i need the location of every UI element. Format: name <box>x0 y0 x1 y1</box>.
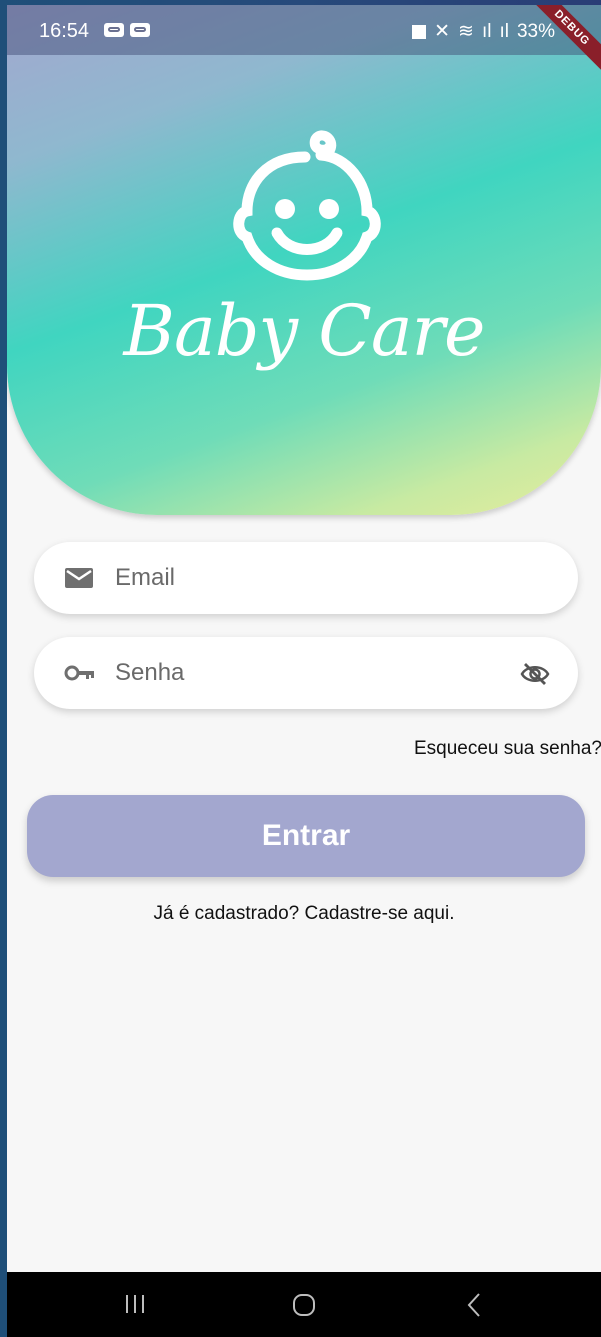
back-icon[interactable] <box>464 1292 484 1318</box>
visibility-off-icon[interactable] <box>520 661 550 687</box>
email-placeholder: Email <box>115 564 176 591</box>
android-nav-bar <box>7 1272 601 1337</box>
header-banner: 16:54 ✕ ≋ ıl ıl 33% DEBUG Baby Care <box>7 5 601 515</box>
voicemail-icon <box>130 23 150 37</box>
status-bar: 16:54 ✕ ≋ ıl ıl 33% DEBUG <box>7 5 601 74</box>
login-button[interactable]: Entrar <box>27 795 585 877</box>
status-time: 16:54 <box>39 20 90 42</box>
password-placeholder: Senha <box>115 659 185 686</box>
brand-logo-text: Baby Care <box>123 290 486 372</box>
signal-icon: ıl <box>499 20 509 42</box>
status-indicators: ✕ ≋ ıl ıl 33% <box>412 20 555 43</box>
signup-link[interactable]: Já é cadastrado? Cadastre-se aqui. <box>7 903 601 925</box>
baby-face-icon <box>233 130 381 281</box>
home-icon[interactable] <box>291 1292 317 1318</box>
voicemail-icon <box>104 23 124 37</box>
battery-percent: 33% <box>516 20 555 42</box>
password-field[interactable]: Senha <box>34 637 578 709</box>
key-icon <box>64 665 94 681</box>
mute-icon: ✕ <box>434 21 451 42</box>
lock-icon <box>412 24 427 39</box>
email-icon <box>65 568 93 588</box>
forgot-password-link[interactable]: Esqueceu sua senha? <box>414 738 601 760</box>
recent-apps-icon[interactable] <box>123 1292 147 1316</box>
app-screen: 16:54 ✕ ≋ ıl ıl 33% DEBUG Baby Care Emai… <box>7 5 601 1337</box>
email-field[interactable]: Email <box>34 542 578 614</box>
signal-icon: ıl <box>481 20 492 42</box>
wifi-icon: ≋ <box>458 21 474 42</box>
